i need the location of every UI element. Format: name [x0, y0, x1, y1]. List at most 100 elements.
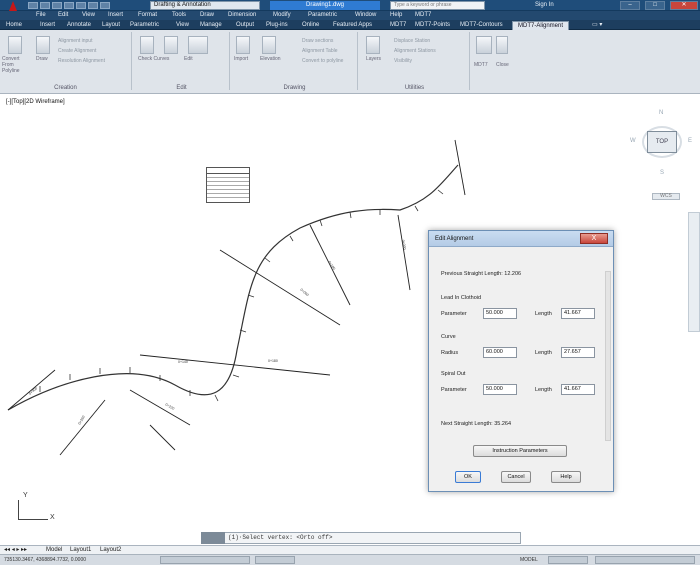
menu-parametric[interactable]: Parametric [308, 11, 337, 20]
saveas-icon[interactable] [64, 2, 74, 9]
panel-creation-title: Creation [54, 85, 77, 91]
tab-manage[interactable]: Manage [200, 21, 222, 30]
tab-output[interactable]: Output [236, 21, 254, 30]
edit-label: Edit [184, 56, 193, 62]
spiral-parameter-field[interactable]: 50.000 [483, 384, 517, 395]
draw-sections-link[interactable]: Draw sections [302, 38, 333, 44]
undo-icon[interactable] [88, 2, 98, 9]
title-bar: Drafting & Annotation Drawing1.dwg Type … [0, 0, 700, 21]
convert-to-polyline-link[interactable]: Convert to polyline [302, 58, 343, 64]
edit-icon[interactable] [164, 36, 178, 54]
lead-in-length-field[interactable]: 41.667 [561, 308, 595, 319]
compass-west[interactable]: W [630, 138, 636, 144]
save-icon[interactable] [52, 2, 62, 9]
displace-station-link[interactable]: Displace Station [394, 38, 430, 44]
tab-annotate[interactable]: Annotate [67, 21, 91, 30]
maximize-button[interactable]: □ [645, 1, 665, 10]
tab-view[interactable]: View [176, 21, 189, 30]
instruction-parameters-button[interactable]: Instruction Parameters [473, 445, 567, 457]
viewport-tools-icon[interactable] [548, 556, 588, 564]
tab-mdt7[interactable]: MDT7 [390, 21, 406, 30]
alignment-input-link[interactable]: Alignment input [58, 38, 92, 44]
drafting-settings-icon[interactable] [160, 556, 250, 564]
draw-label: Draw [36, 56, 48, 62]
tab-layout2[interactable]: Layout2 [100, 546, 121, 554]
menu-help[interactable]: Help [390, 11, 402, 20]
menu-tools[interactable]: Tools [172, 11, 186, 20]
redo-icon[interactable] [100, 2, 110, 9]
close-button[interactable]: ✕ [670, 1, 698, 10]
menu-mdt7[interactable]: MDT7 [415, 11, 431, 20]
workspace-select[interactable]: Drafting & Annotation [150, 1, 260, 10]
edit-grid-icon[interactable] [188, 36, 208, 54]
viewcube-top-face[interactable]: TOP [647, 131, 677, 153]
tab-home[interactable]: Home [6, 21, 22, 30]
tab-layout[interactable]: Layout [102, 21, 120, 30]
close-ribbon-icon[interactable] [496, 36, 508, 54]
menu-file[interactable]: File [36, 11, 46, 20]
new-icon[interactable] [28, 2, 38, 9]
ribbon-options-icon[interactable]: ▭ ▾ [592, 21, 602, 30]
menu-edit[interactable]: Edit [58, 11, 68, 20]
tab-plugins[interactable]: Plug-ins [266, 21, 288, 30]
resolution-alignment-link[interactable]: Resolution Alignment [58, 58, 105, 64]
tab-layout1[interactable]: Layout1 [70, 546, 91, 554]
menu-dimension[interactable]: Dimension [228, 11, 256, 20]
tab-model[interactable]: Model [46, 546, 62, 554]
convert-polyline-icon[interactable] [8, 36, 22, 54]
help-button[interactable]: Help [551, 471, 581, 483]
tab-mdt7-contours[interactable]: MDT7-Contours [460, 21, 503, 30]
panel-drawing: Import Elevation Draw sections Alignment… [232, 32, 358, 91]
sign-in-link[interactable]: Sign In [535, 1, 554, 10]
command-line-close-icon[interactable] [201, 532, 225, 544]
mdt7-icon[interactable] [476, 36, 492, 54]
elevation-icon[interactable] [262, 36, 276, 54]
import-icon[interactable] [236, 36, 250, 54]
tab-mdt7-alignment[interactable]: MDT7-Alignment [512, 21, 570, 30]
menu-window[interactable]: Window [355, 11, 376, 20]
navigation-bar[interactable] [688, 212, 700, 332]
model-space-label[interactable]: MODEL [520, 555, 538, 565]
ucs-y-label: Y [23, 492, 28, 499]
dialog-close-button[interactable]: X [580, 233, 608, 244]
curve-radius-field[interactable]: 60.000 [483, 347, 517, 358]
curve-length-field[interactable]: 27.657 [561, 347, 595, 358]
minimize-button[interactable]: – [620, 1, 640, 10]
menu-draw[interactable]: Draw [200, 11, 214, 20]
lead-in-parameter-field[interactable]: 50.000 [483, 308, 517, 319]
tab-mdt7-points[interactable]: MDT7-Points [415, 21, 450, 30]
search-input[interactable]: Type a keyword or phrase [390, 1, 485, 10]
tab-parametric[interactable]: Parametric [130, 21, 159, 30]
annotation-scale-icon[interactable] [595, 556, 695, 564]
tab-online[interactable]: Online [302, 21, 319, 30]
layers-icon[interactable] [366, 36, 380, 54]
layout-nav-arrows-icon[interactable]: ◂◂ ◂ ▸ ▸▸ [4, 546, 27, 554]
dialog-scrollbar[interactable] [605, 271, 611, 441]
station-labels: 0+060 0+100 0+140 0+180 0+220 0+260 0+30… [28, 239, 407, 425]
cancel-button[interactable]: Cancel [501, 471, 531, 483]
visibility-link[interactable]: Visibility [394, 58, 412, 64]
print-icon[interactable] [76, 2, 86, 9]
menu-modify[interactable]: Modify [273, 11, 291, 20]
compass-east[interactable]: E [688, 138, 692, 144]
draw-icon[interactable] [36, 36, 50, 54]
viewcube[interactable]: N W E S TOP WCS [630, 98, 696, 200]
spiral-length-field[interactable]: 41.667 [561, 384, 595, 395]
svg-text:0+300: 0+300 [28, 386, 38, 395]
tab-featured-apps[interactable]: Featured Apps [333, 21, 372, 30]
menu-insert[interactable]: Insert [108, 11, 123, 20]
create-alignment-link[interactable]: Create Alignment [58, 48, 96, 54]
compass-north[interactable]: N [659, 110, 663, 116]
menu-view[interactable]: View [82, 11, 95, 20]
ok-button[interactable]: OK [455, 471, 481, 483]
alignment-stations-link[interactable]: Alignment Stations [394, 48, 436, 54]
osnap-icon[interactable] [255, 556, 295, 564]
alignment-table-link[interactable]: Alignment Table [302, 48, 338, 54]
svg-text:0+020: 0+020 [401, 239, 407, 249]
check-curves-icon[interactable] [140, 36, 154, 54]
menu-format[interactable]: Format [138, 11, 157, 20]
open-icon[interactable] [40, 2, 50, 9]
tab-insert[interactable]: Insert [40, 21, 55, 30]
wcs-menu[interactable]: WCS [652, 193, 680, 200]
compass-south[interactable]: S [660, 170, 664, 176]
